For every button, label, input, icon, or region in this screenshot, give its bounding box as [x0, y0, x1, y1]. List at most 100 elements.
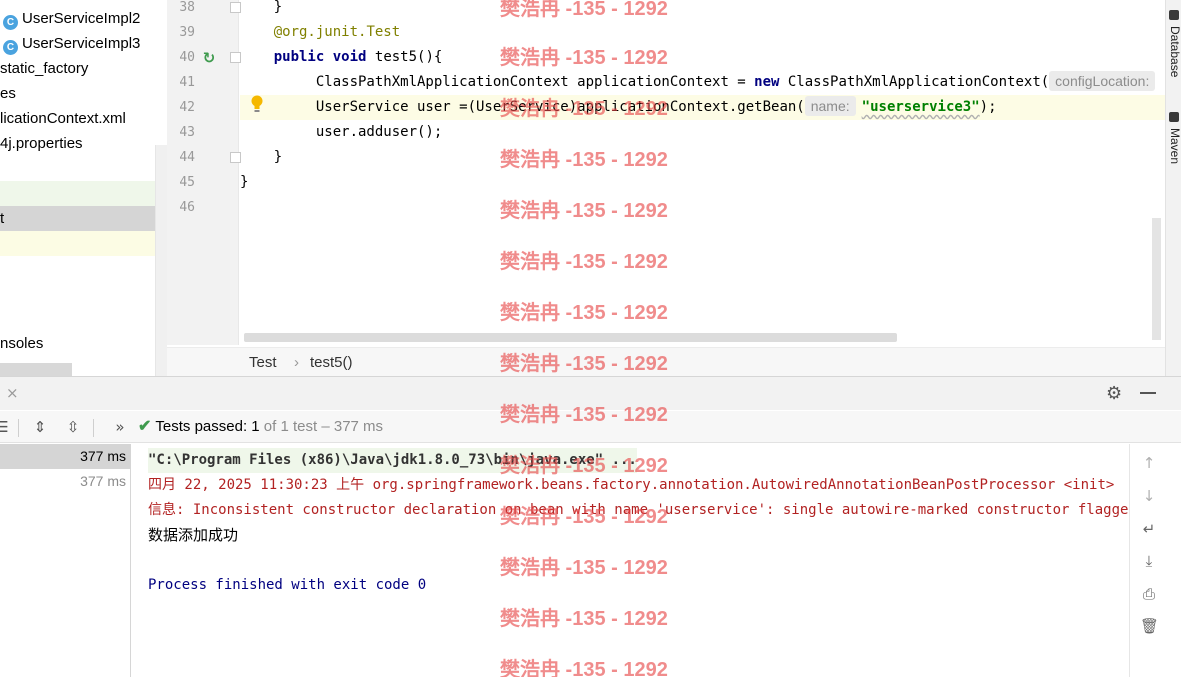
tree-item-resources[interactable]: es: [0, 81, 16, 106]
tree-selection-highlight-grey: [0, 206, 155, 231]
class-icon: C: [3, 40, 18, 55]
tree-item-scratches-consoles[interactable]: nsoles: [0, 331, 43, 356]
collapse-all-icon[interactable]: ⇳: [63, 417, 83, 437]
tree-item-label: UserServiceImpl3: [22, 35, 141, 52]
test-duration: 377 ms: [80, 448, 126, 464]
code-token: }: [240, 174, 249, 190]
editor-gutter: 38 39 40 41 42 43 44 45 46 ↻: [167, 0, 241, 345]
tree-item-label: t: [0, 210, 5, 227]
database-icon: [1169, 10, 1179, 20]
code-line-43: user.adduser();: [240, 120, 1165, 145]
console-side-toolbar: ↑ ↓ ↵ ⤓ ⎙ 🗑: [1129, 444, 1181, 677]
line-number: 39: [179, 25, 195, 40]
tree-item-label: nsoles: [0, 335, 44, 352]
breadcrumb-separator-icon: ›: [294, 354, 299, 371]
line-number: 42: [179, 100, 195, 115]
tree-item-label: static_factory: [0, 60, 89, 77]
editor-horizontal-scrollbar[interactable]: [244, 333, 897, 342]
check-icon: ✔: [138, 418, 152, 435]
close-icon[interactable]: ×: [6, 384, 19, 402]
run-window-header: × ⚙: [0, 377, 1181, 410]
tests-status-suffix: of 1 test – 377 ms: [259, 418, 384, 435]
tree-item-label: UserServiceImpl2: [22, 10, 141, 27]
console-line-output: 数据添加成功: [148, 527, 239, 544]
code-line-45: }: [240, 170, 1165, 195]
parameter-hint: configLocation:: [1049, 71, 1156, 91]
code-token: UserService user =(UserService)applicati…: [315, 99, 805, 115]
breadcrumb-item-method[interactable]: test5(): [310, 348, 353, 377]
sort-icon[interactable]: ☰: [0, 417, 12, 437]
tree-item-userserviceimpl3[interactable]: C UserServiceImpl3: [0, 31, 140, 56]
tests-status: ✔ Tests passed: 1 of 1 test – 377 ms: [138, 411, 383, 443]
code-token: }: [273, 149, 283, 165]
editor-vertical-scrollbar[interactable]: [1152, 218, 1161, 340]
parameter-hint: name:: [804, 96, 856, 116]
tree-item-static-factory[interactable]: static_factory: [0, 56, 88, 81]
line-number: 43: [179, 125, 195, 140]
tree-item-label: licationContext.xml: [0, 110, 126, 127]
project-tree-panel: C UserServiceImpl2 C UserServiceImpl3 stat…: [0, 0, 167, 376]
code-line-42-current: UserService user =(UserService)applicati…: [240, 95, 1165, 120]
code-line-39: @org.junit.Test: [240, 20, 1165, 45]
code-text-area[interactable]: } @org.junit.Test public void test5(){ C…: [240, 0, 1165, 345]
tests-status-count: 1: [251, 418, 260, 435]
expand-all-icon[interactable]: ⇕: [30, 417, 50, 437]
code-line-41: ClassPathXmlApplicationContext applicati…: [240, 70, 1165, 95]
gear-icon[interactable]: ⚙: [1106, 383, 1122, 404]
tests-status-prefix: Tests passed:: [155, 418, 252, 435]
keyword-token: void: [332, 49, 367, 65]
test-duration: 377 ms: [80, 473, 126, 489]
tree-item-label: es: [0, 85, 16, 102]
console-line-log: 四月 22, 2025 11:30:23 上午 org.springframew…: [148, 477, 1115, 493]
print-icon[interactable]: ⎙: [1140, 585, 1158, 603]
arrow-down-icon[interactable]: ↓: [1140, 487, 1158, 505]
run-tool-window: × ⚙ ☰ ⇕ ⇳ » ✔ Tests passed: 1 of 1 test –…: [0, 376, 1181, 677]
scroll-to-end-icon[interactable]: ⤓: [1140, 552, 1158, 570]
console-line-log: 信息: Inconsistent constructor declaration…: [148, 502, 1129, 518]
arrow-up-icon[interactable]: ↑: [1140, 454, 1158, 472]
tree-item-log4j-properties[interactable]: 4j.properties: [0, 131, 83, 156]
tab-database[interactable]: Database: [1168, 26, 1181, 77]
annotation-token: Test: [366, 24, 401, 40]
toolbar-divider: [93, 419, 94, 437]
code-token: user.adduser();: [315, 124, 443, 140]
line-number: 40: [179, 50, 195, 65]
test-row-root[interactable]: 377 ms: [0, 444, 131, 469]
code-token: );: [979, 99, 997, 115]
tree-item-userserviceimpl2[interactable]: C UserServiceImpl2: [0, 6, 140, 31]
maven-icon: [1169, 112, 1179, 122]
tree-item-test[interactable]: t: [0, 206, 4, 231]
breadcrumb-item-class[interactable]: Test: [249, 348, 277, 377]
class-icon: C: [3, 15, 18, 30]
console-line-exit: Process finished with exit code 0: [148, 577, 427, 593]
tab-maven[interactable]: Maven: [1168, 128, 1181, 164]
minimize-icon[interactable]: [1140, 392, 1156, 394]
console-line-command: "C:\Program Files (x86)\Java\jdk1.8.0_73…: [148, 448, 637, 473]
code-token: }: [273, 0, 283, 15]
line-number: 41: [179, 75, 195, 90]
soft-wrap-icon[interactable]: ↵: [1140, 520, 1158, 538]
console-output[interactable]: "C:\Program Files (x86)\Java\jdk1.8.0_73…: [132, 444, 1129, 677]
tree-horizontal-scrollbar[interactable]: [0, 363, 72, 376]
toolbar-divider: [18, 419, 19, 437]
string-token: "userservice3": [861, 99, 980, 115]
trash-icon[interactable]: 🗑: [1140, 617, 1159, 635]
annotation-token: @org.junit.: [273, 24, 367, 40]
test-results-tree: 377 ms 377 ms: [0, 444, 131, 677]
code-editor[interactable]: 38 39 40 41 42 43 44 45 46 ↻ } @org.juni…: [167, 0, 1165, 376]
code-line-44: }: [240, 145, 1165, 170]
tree-vertical-scrollbar[interactable]: [155, 145, 167, 376]
code-token: ClassPathXmlApplicationContext(: [779, 74, 1050, 90]
more-actions-icon[interactable]: »: [110, 417, 130, 437]
tree-selection-highlight-green: [0, 181, 155, 206]
line-number: 45: [179, 175, 195, 190]
tree-selection-highlight-yellow: [0, 231, 155, 256]
code-line-40: public void test5(){: [240, 45, 1165, 70]
tree-item-application-context[interactable]: licationContext.xml: [0, 106, 126, 131]
run-test-gutter-icon[interactable]: ↻: [200, 49, 218, 67]
test-row-test5[interactable]: 377 ms: [0, 469, 131, 494]
right-tool-strip: Database Maven: [1165, 0, 1181, 376]
tree-item-label: 4j.properties: [0, 135, 83, 152]
lightbulb-icon[interactable]: [250, 95, 264, 113]
line-number: 46: [179, 200, 195, 215]
